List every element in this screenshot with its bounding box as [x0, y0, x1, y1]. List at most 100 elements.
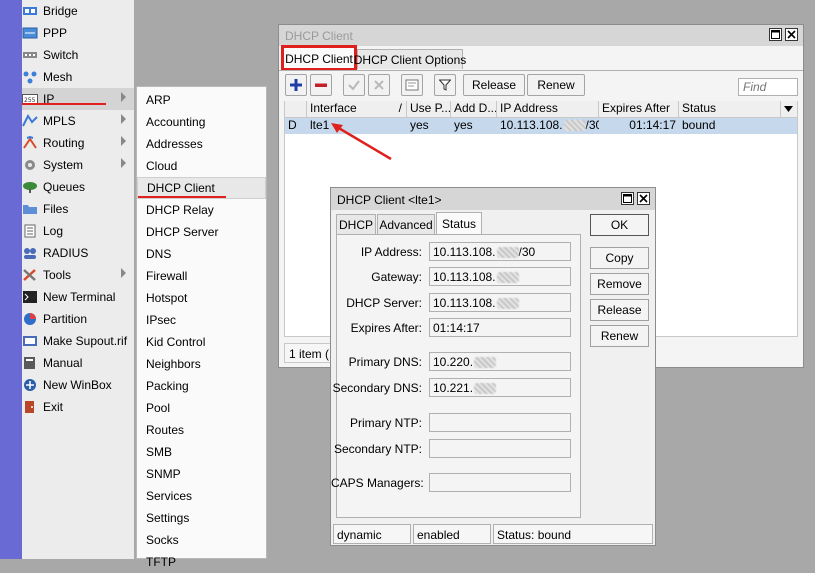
menu-item-radius[interactable]: RADIUS — [22, 242, 134, 264]
submenu-item-cloud[interactable]: Cloud — [137, 155, 266, 177]
gateway-field: 10.113.108. — [429, 267, 571, 286]
submenu-item-smb[interactable]: SMB — [137, 441, 266, 463]
plus-icon — [290, 79, 302, 91]
minus-icon — [315, 83, 327, 87]
submenu-item-dns[interactable]: DNS — [137, 243, 266, 265]
menu-item-new-terminal[interactable]: New Terminal — [22, 286, 134, 308]
menu-label: New Terminal — [43, 290, 116, 304]
ip-prefix: 10.113.108. — [500, 118, 563, 132]
menu-label: System — [43, 158, 84, 172]
menu-item-new-winbox[interactable]: New WinBox — [22, 374, 134, 396]
status-dynamic: dynamic — [333, 524, 411, 544]
sort-icon: / — [398, 101, 402, 115]
submenu-item-arp[interactable]: ARP — [137, 89, 266, 111]
submenu-item-routes[interactable]: Routes — [137, 419, 266, 441]
column-chooser[interactable] — [781, 101, 798, 118]
submenu-item-settings[interactable]: Settings — [137, 507, 266, 529]
tab-status[interactable]: Status — [436, 212, 482, 234]
menu-item-ip[interactable]: 255 IP — [22, 88, 134, 110]
submenu-item-tftp[interactable]: TFTP — [137, 551, 266, 573]
menu-item-exit[interactable]: Exit — [22, 396, 134, 418]
column-header-status[interactable]: Status — [679, 101, 781, 118]
menu-label: Manual — [43, 356, 83, 370]
submenu-item-hotspot[interactable]: Hotspot — [137, 287, 266, 309]
ip-address-field: 10.113.108. /30 — [429, 242, 571, 261]
submenu-item-addresses[interactable]: Addresses — [137, 133, 266, 155]
submenu-item-packing[interactable]: Packing — [137, 375, 266, 397]
column-header-expires-after[interactable]: Expires After — [599, 101, 679, 118]
menu-item-partition[interactable]: Partition — [22, 308, 134, 330]
release-lease-button[interactable]: Release — [590, 299, 649, 321]
comment-icon — [405, 79, 419, 91]
submenu-item-socks[interactable]: Socks — [137, 529, 266, 551]
menu-item-mesh[interactable]: Mesh — [22, 66, 134, 88]
disable-button[interactable] — [368, 74, 390, 96]
menu-item-routing[interactable]: Routing — [22, 132, 134, 154]
menu-label: RADIUS — [43, 246, 89, 260]
tab-advanced[interactable]: Advanced — [377, 214, 435, 234]
copy-button[interactable]: Copy — [590, 247, 649, 269]
menu-item-system[interactable]: System — [22, 154, 134, 176]
submenu-item-dhcp-relay[interactable]: DHCP Relay — [137, 199, 266, 221]
menu-label: PPP — [43, 26, 68, 40]
maximize-button[interactable] — [769, 28, 782, 41]
remove-client-button[interactable]: Remove — [590, 273, 649, 295]
terminal-icon — [22, 289, 38, 305]
renew-button[interactable]: Renew — [527, 74, 585, 96]
menu-item-bridge[interactable]: Bridge — [22, 0, 134, 22]
menu-item-manual[interactable]: Manual — [22, 352, 134, 374]
column-header-add-default[interactable]: Add D... — [451, 101, 497, 118]
annotation-arrow — [331, 123, 392, 161]
submenu-item-accounting[interactable]: Accounting — [137, 111, 266, 133]
find-input[interactable] — [738, 78, 798, 96]
tab-dhcp[interactable]: DHCP — [336, 214, 376, 234]
submenu-item-neighbors[interactable]: Neighbors — [137, 353, 266, 375]
column-header-use-peer[interactable]: Use P... — [407, 101, 451, 118]
menu-item-tools[interactable]: Tools — [22, 264, 134, 286]
menu-label: Mesh — [43, 70, 73, 84]
add-button[interactable] — [285, 74, 307, 96]
menu-label: New WinBox — [43, 378, 112, 392]
tab-dhcp-client[interactable]: DHCP Client — [281, 45, 357, 71]
menu-item-make-supout[interactable]: Make Supout.rif — [22, 330, 134, 352]
ok-button[interactable]: OK — [590, 214, 649, 236]
menu-item-mpls[interactable]: MPLS — [22, 110, 134, 132]
remove-button[interactable] — [310, 74, 332, 96]
submenu-item-pool[interactable]: Pool — [137, 397, 266, 419]
menu-item-ppp[interactable]: PPP — [22, 22, 134, 44]
menu-item-files[interactable]: Files — [22, 198, 134, 220]
renew-lease-button[interactable]: Renew — [590, 325, 649, 347]
enable-button[interactable] — [343, 74, 365, 96]
row-flag: D — [288, 118, 297, 132]
release-button[interactable]: Release — [463, 74, 525, 96]
submenu-item-snmp[interactable]: SNMP — [137, 463, 266, 485]
winbox-icon — [22, 377, 38, 393]
dialog-title: DHCP Client <lte1> — [331, 188, 655, 210]
dialog-maximize-button[interactable] — [621, 192, 634, 205]
bridge-icon — [22, 3, 38, 19]
comment-button[interactable] — [401, 74, 423, 96]
submenu-item-kid-control[interactable]: Kid Control — [137, 331, 266, 353]
menu-label: Make Supout.rif — [43, 334, 128, 348]
chevron-right-icon — [121, 268, 126, 278]
menu-label: Log — [43, 224, 64, 238]
menu-item-queues[interactable]: Queues — [22, 176, 134, 198]
column-header-flag[interactable] — [285, 101, 307, 118]
column-header-interface[interactable]: Interface / — [307, 101, 407, 118]
redacted-octet — [474, 357, 497, 369]
expires-after-label: Expires After: — [350, 321, 422, 335]
submenu-item-firewall[interactable]: Firewall — [137, 265, 266, 287]
menu-label: Switch — [43, 48, 79, 62]
submenu-item-services[interactable]: Services — [137, 485, 266, 507]
column-header-ip-address[interactable]: IP Address — [497, 101, 599, 118]
routing-icon — [22, 135, 38, 151]
menu-item-log[interactable]: Log — [22, 220, 134, 242]
menu-item-switch[interactable]: Switch — [22, 44, 134, 66]
submenu-item-ipsec[interactable]: IPsec — [137, 309, 266, 331]
submenu-item-dhcp-server[interactable]: DHCP Server — [137, 221, 266, 243]
dialog-close-button[interactable] — [637, 192, 650, 205]
filter-button[interactable] — [434, 74, 456, 96]
secondary-ntp-field — [429, 439, 571, 458]
tab-dhcp-client-options[interactable]: DHCP Client Options — [354, 49, 466, 69]
close-button[interactable] — [785, 28, 798, 41]
